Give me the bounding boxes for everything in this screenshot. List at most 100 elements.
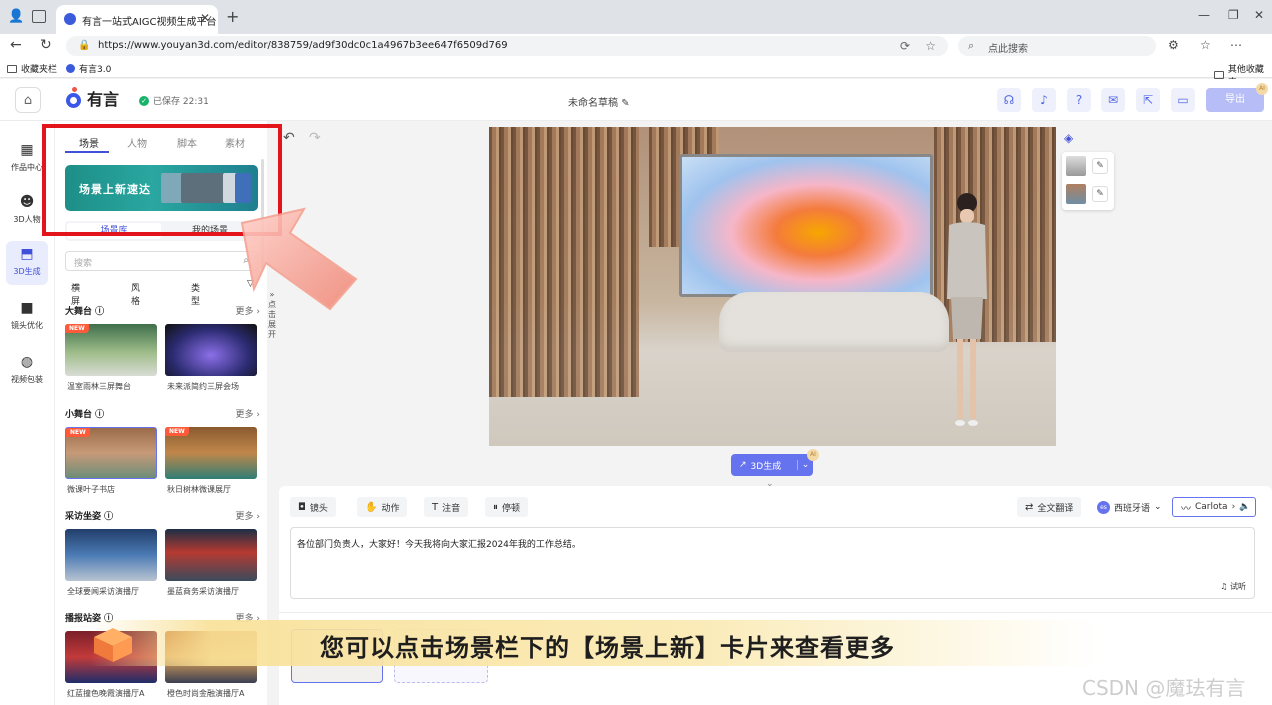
- logo-icon: [66, 87, 84, 109]
- logo[interactable]: 有言: [66, 86, 119, 110]
- translate-icon: ⇄: [1025, 501, 1034, 513]
- export-label: 导出: [1225, 94, 1245, 105]
- trend-icon: ↗: [739, 460, 747, 470]
- info-icon[interactable]: ⓘ: [95, 410, 104, 420]
- close-tab-icon[interactable]: ✕: [200, 11, 210, 25]
- pause-icon: ⏸: [493, 501, 498, 513]
- filter-style[interactable]: 风格 ⌄: [131, 279, 140, 307]
- scene-thumb-selected[interactable]: NEW: [65, 427, 157, 479]
- draft-title[interactable]: 未命名草稿 ✎: [568, 94, 630, 109]
- filter-type[interactable]: 类型 ⌄: [191, 279, 200, 307]
- more-menu-icon[interactable]: ⋯: [1230, 38, 1242, 52]
- filter-orientation[interactable]: 横屏 ⌄: [71, 279, 80, 307]
- voice-select[interactable]: 〰 Carlota › 🔈: [1172, 497, 1256, 517]
- folder-button[interactable]: ▭: [1171, 88, 1195, 112]
- support-button[interactable]: ☊: [997, 88, 1021, 112]
- info-icon[interactable]: ⓘ: [104, 512, 113, 522]
- rail-item-packaging[interactable]: ◍ 视频包装: [6, 349, 48, 393]
- scene-thumb[interactable]: [165, 529, 257, 581]
- draft-title-text: 未命名草稿: [568, 98, 618, 109]
- language-select[interactable]: es 西班牙语 ⌄: [1089, 497, 1170, 517]
- bookmark-favorites[interactable]: 收藏夹栏: [7, 62, 57, 75]
- app-header: ⌂ 有言 ✓ 已保存 22:31 未命名草稿 ✎ ☊ ♪ ? ✉ ⇱ ▭ 导出 A…: [0, 79, 1272, 121]
- undo-icon[interactable]: ↶: [283, 130, 295, 146]
- notification-button[interactable]: ♪: [1032, 88, 1056, 112]
- ai-badge: AI: [1256, 83, 1268, 95]
- export-button[interactable]: 导出 AI: [1206, 83, 1268, 112]
- minimize-icon[interactable]: —: [1198, 8, 1210, 22]
- bookmark-youyan[interactable]: 有言3.0: [66, 62, 111, 75]
- extensions-icon[interactable]: ⚙: [1168, 38, 1179, 52]
- speaker-icon[interactable]: 🔈: [1239, 502, 1250, 512]
- chevron-down-icon[interactable]: ⌄: [797, 460, 813, 470]
- section-header: 大舞台 ⓘ 更多 ›: [65, 304, 260, 318]
- translate-all-button[interactable]: ⇄ 全文翻译: [1017, 497, 1082, 517]
- info-icon[interactable]: ⓘ: [95, 307, 104, 317]
- new-badge: NEW: [65, 324, 89, 333]
- tab-title: 有言一站式AIGC视频生成平台: [82, 17, 217, 28]
- cube-icon: [94, 628, 132, 662]
- scene-search-input[interactable]: 搜索 ⌕: [65, 251, 258, 271]
- chevron-down-icon: ⌄: [1154, 502, 1162, 512]
- phonetic-tool-button[interactable]: T 注音: [424, 497, 469, 517]
- profile-icon[interactable]: 👤: [8, 9, 24, 25]
- scene-thumb[interactable]: [65, 529, 157, 581]
- scene-thumb[interactable]: [165, 324, 257, 376]
- url-field[interactable]: 🔒 https://www.youyan3d.com/editor/838759…: [66, 36, 948, 56]
- layers-icon[interactable]: ◈: [1064, 131, 1073, 145]
- scene-thumb[interactable]: NEW: [165, 427, 257, 479]
- new-badge: NEW: [165, 427, 189, 436]
- camera-tool-button[interactable]: ◘ 镜头: [290, 497, 336, 517]
- headphone-icon: ♫: [1220, 582, 1228, 591]
- layer-avatar-thumb[interactable]: [1066, 156, 1086, 176]
- mail-icon: ✉: [1107, 93, 1119, 107]
- script-textarea[interactable]: 各位部门负责人，大家好！今天我将向大家汇报2024年我的工作总结。 ♫ 试听: [290, 527, 1255, 599]
- browser-search[interactable]: ⌕ 点此搜索: [958, 36, 1156, 56]
- scene-thumb[interactable]: NEW: [65, 324, 157, 376]
- edit-pencil-icon[interactable]: ✎: [1092, 186, 1108, 202]
- share-button[interactable]: ⇱: [1136, 88, 1160, 112]
- tab-actions-icon[interactable]: [32, 10, 46, 23]
- action-tool-button[interactable]: ✋ 动作: [357, 497, 408, 517]
- close-window-icon[interactable]: ✕: [1254, 8, 1264, 22]
- browser-tab[interactable]: 有言一站式AIGC视频生成平台 ✕: [56, 5, 218, 34]
- favorite-star-icon[interactable]: ☆: [925, 39, 936, 53]
- browser-tab-bar: 👤 有言一站式AIGC视频生成平台 ✕ + — ❐ ✕: [0, 0, 1272, 34]
- more-link[interactable]: 更多 ›: [236, 407, 260, 420]
- pause-tool-button[interactable]: ⏸ 停顿: [485, 497, 529, 517]
- home-button[interactable]: ⌂: [15, 87, 41, 113]
- redo-icon[interactable]: ↷: [309, 130, 321, 146]
- help-button[interactable]: ?: [1067, 88, 1091, 112]
- try-listen-button[interactable]: ♫ 试听: [1220, 581, 1246, 592]
- scene-caption: 墨蓝商务采访演播厅: [167, 587, 239, 596]
- scene-preview[interactable]: [489, 127, 1056, 446]
- scene-search-placeholder: 搜索: [74, 259, 93, 269]
- person-icon: ☻: [19, 194, 35, 210]
- display-screen: [679, 154, 933, 297]
- bookshelf-left: [489, 127, 639, 397]
- refresh-icon[interactable]: ↻: [40, 37, 52, 53]
- mail-button[interactable]: ✉: [1101, 88, 1125, 112]
- lock-icon: 🔒: [78, 40, 91, 51]
- new-tab-icon[interactable]: +: [226, 7, 239, 26]
- tool-label: 动作: [381, 503, 400, 514]
- layer-scene-thumb[interactable]: [1066, 184, 1086, 204]
- rail-label: 3D生成: [13, 267, 41, 276]
- script-text: 各位部门负责人，大家好！今天我将向大家汇报2024年我的工作总结。: [297, 540, 581, 550]
- generate-3d-button[interactable]: ↗ 3D生成 ⌄ AI: [731, 449, 819, 476]
- grid-icon: ▦: [20, 142, 34, 158]
- digital-human-avatar[interactable]: [941, 189, 991, 434]
- back-icon[interactable]: ←: [10, 37, 22, 53]
- more-link[interactable]: 更多 ›: [236, 509, 260, 522]
- check-icon: ✓: [139, 95, 149, 106]
- camera-icon: ■: [20, 300, 34, 316]
- edit-pencil-icon[interactable]: ✎: [1092, 158, 1108, 174]
- rail-item-camera[interactable]: ■ 镜头优化: [6, 295, 48, 339]
- tool-label: 停顿: [502, 503, 521, 514]
- maximize-icon[interactable]: ❐: [1228, 8, 1239, 22]
- rail-item-3d-generate[interactable]: ⬒ 3D生成: [6, 241, 48, 285]
- pointer-arrow-icon: [240, 207, 358, 311]
- favorites-icon[interactable]: ☆: [1200, 38, 1211, 52]
- translate-icon[interactable]: ⟳: [900, 39, 910, 53]
- youyan-icon: [66, 64, 75, 73]
